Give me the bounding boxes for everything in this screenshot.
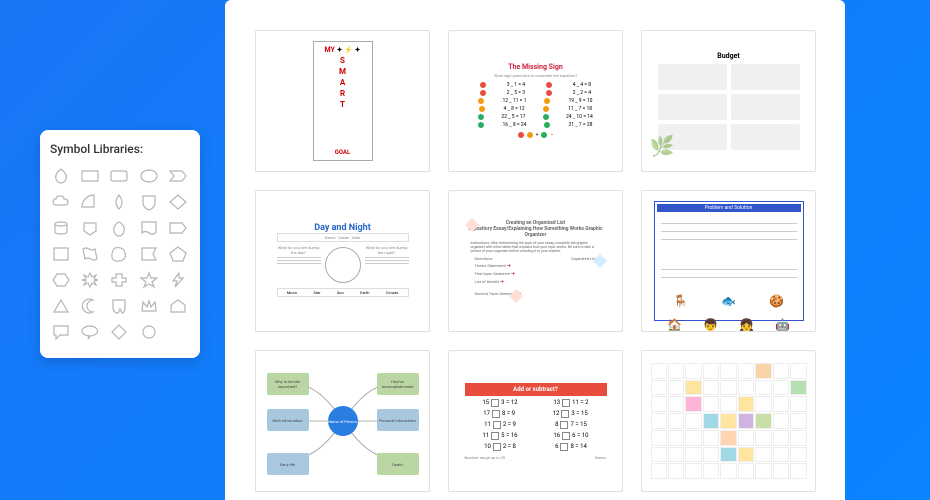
shape-document-icon[interactable]: [138, 218, 160, 238]
shape-quarter-icon[interactable]: [79, 192, 101, 212]
shape-circle-icon[interactable]: [138, 322, 160, 342]
template-day-night[interactable]: Day and Night Name Grade Date What do yo…: [255, 190, 430, 332]
symbol-libraries-panel: Symbol Libraries:: [40, 130, 200, 358]
shape-crown-icon[interactable]: [138, 296, 160, 316]
shape-tag-icon[interactable]: [167, 218, 189, 238]
house-icon: 🏠: [667, 318, 682, 332]
template-budget[interactable]: Budget 🌿: [641, 30, 816, 172]
shape-wave-icon[interactable]: [79, 244, 101, 264]
girl-icon: 👧: [739, 318, 754, 332]
shape-star-icon[interactable]: [138, 270, 160, 290]
chair-icon: 🪑: [673, 294, 688, 308]
shape-tooth-icon[interactable]: [108, 296, 130, 316]
shape-pentagon-icon[interactable]: [167, 244, 189, 264]
template-smart-goal[interactable]: MY ✦ ⚡ ✦ S M A R T GOAL: [255, 30, 430, 172]
shape-rounded-rect-icon[interactable]: [108, 166, 130, 186]
template-missing-sign[interactable]: The Missing Sign What sign goes here to …: [448, 30, 623, 172]
templates-gallery: MY ✦ ⚡ ✦ S M A R T GOAL The Missing Sign…: [225, 0, 845, 500]
shape-rectangle-icon[interactable]: [79, 166, 101, 186]
shape-moon-icon[interactable]: [79, 296, 101, 316]
robot-icon: 🤖: [775, 318, 790, 332]
shape-cylinder-icon[interactable]: [50, 218, 72, 238]
shape-teardrop-icon[interactable]: [50, 166, 72, 186]
shape-triangle-icon[interactable]: [50, 296, 72, 316]
templates-grid: MY ✦ ⚡ ✦ S M A R T GOAL The Missing Sign…: [255, 30, 815, 492]
shape-diamond2-icon[interactable]: [108, 322, 130, 342]
shape-flag-icon[interactable]: [138, 244, 160, 264]
shape-drop-icon[interactable]: [108, 192, 130, 212]
template-organized-list[interactable]: Creating an Organized List Expository Es…: [448, 190, 623, 332]
shape-speech2-icon[interactable]: [79, 322, 101, 342]
leaf-decoration-icon: 🌿: [650, 134, 675, 158]
template-color-grid[interactable]: [641, 350, 816, 492]
shape-shield-icon[interactable]: [138, 192, 160, 212]
cookie-icon: 🍪: [769, 294, 784, 308]
fish-icon: 🐟: [721, 294, 736, 308]
template-person-map[interactable]: Why is he/she important? His/her accompl…: [255, 350, 430, 492]
shape-hexagon-icon[interactable]: [50, 270, 72, 290]
shape-chevron-icon[interactable]: [167, 166, 189, 186]
shape-burst-icon[interactable]: [79, 270, 101, 290]
boy-icon: 👦: [703, 318, 718, 332]
shape-speech-icon[interactable]: [50, 322, 72, 342]
shape-badge-icon[interactable]: [79, 218, 101, 238]
shape-cloud-icon[interactable]: [50, 192, 72, 212]
panel-title: Symbol Libraries:: [50, 142, 190, 156]
shapes-grid: [50, 166, 190, 342]
shape-plus-icon[interactable]: [108, 270, 130, 290]
shape-bolt-icon[interactable]: [167, 270, 189, 290]
shape-diamond-icon[interactable]: [167, 192, 189, 212]
shape-square-icon[interactable]: [50, 244, 72, 264]
shape-egg-icon[interactable]: [108, 218, 130, 238]
shape-blob-icon[interactable]: [108, 244, 130, 264]
template-add-subtract[interactable]: Add or subtract? 15 3 = 1213 11 = 2 17 8…: [448, 350, 623, 492]
template-problem-solution[interactable]: Problem and Solution 🪑🐟🍪 🏠👦👧🤖: [641, 190, 816, 332]
shape-oval-icon[interactable]: [138, 166, 160, 186]
shape-house-icon[interactable]: [167, 296, 189, 316]
